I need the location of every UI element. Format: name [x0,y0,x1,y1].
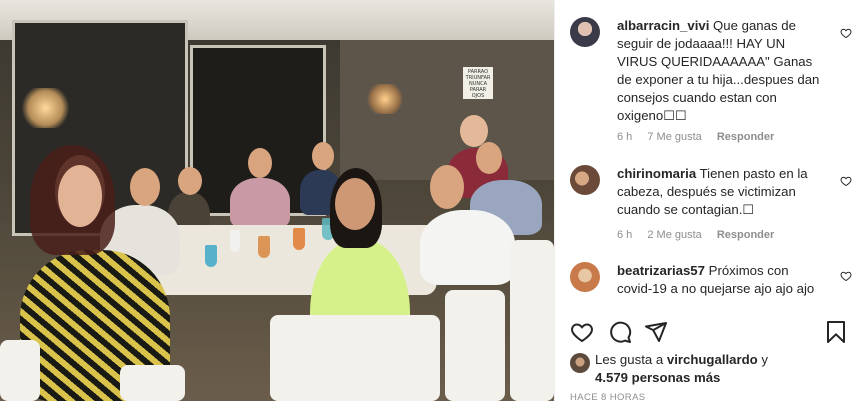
photo-chair [0,340,40,401]
likes-count[interactable]: 4.579 personas más [595,370,720,385]
photo-person-head [178,167,202,195]
comment-age: 6 h [617,229,633,241]
photo-person-head [312,142,334,170]
comment-icon[interactable] [608,320,632,344]
post-timestamp: HACE 8 HORAS [570,392,646,403]
avatar[interactable] [570,165,600,195]
avatar[interactable] [570,353,590,373]
photo-sign: PARRAO TRIUNFAR NUNCA PARAR OJOS [463,67,493,99]
likes-prefix: Les gusta a [595,352,667,367]
post-photo[interactable]: PARRAO TRIUNFAR NUNCA PARAR OJOS [0,0,554,401]
heart-icon[interactable] [840,270,852,282]
comment-text: beatrizarias57 Próximos con covid-19 a n… [617,262,827,298]
comment-username[interactable]: albarracin_vivi [617,18,709,33]
photo-glass [258,236,270,258]
comment-meta: 6 h 7 Me gusta Responder [617,131,786,143]
photo-person-head [248,148,272,178]
likes-user[interactable]: virchugallardo [667,352,758,367]
photo-lamp [18,88,73,128]
photo-candle [230,230,240,252]
bookmark-icon[interactable] [824,320,848,344]
emoji-placeholder: ☐ [742,202,755,217]
photo-person [230,178,290,228]
comment-username[interactable]: chirinomaria [617,166,696,181]
photo-glass [293,228,305,250]
comment-username[interactable]: beatrizarias57 [617,263,705,278]
photo-chair [445,290,505,401]
comment-likes[interactable]: 2 Me gusta [647,229,701,241]
reply-button[interactable]: Responder [717,229,774,241]
reply-button[interactable]: Responder [717,131,774,143]
photo-person-head [335,178,375,230]
emoji-placeholder: ☐☐ [663,108,687,123]
comment-meta: 6 h 2 Me gusta Responder [617,229,786,241]
comment-likes[interactable]: 7 Me gusta [647,131,701,143]
share-icon[interactable] [644,320,668,344]
heart-icon[interactable] [570,320,594,344]
photo-person-head [130,168,160,206]
photo-chair [120,365,185,401]
photo-person-head [476,142,502,174]
likes-mid: y [757,352,768,367]
likes-text[interactable]: Les gusta a virchugallardo y 4.579 perso… [595,351,845,387]
comment-text: albarracin_vivi Que ganas de seguir de j… [617,17,827,125]
heart-icon[interactable] [840,175,852,187]
photo-chair [510,240,554,401]
comments-panel: albarracin_vivi Que ganas de seguir de j… [554,0,862,403]
photo-lamp [365,84,405,114]
comment-body: Que ganas de seguir de jodaaaa!!! HAY UN… [617,18,820,123]
action-bar [570,320,850,346]
photo-person [420,210,515,285]
photo-person-head [430,165,464,209]
heart-icon[interactable] [840,27,852,39]
photo-chair [270,315,440,401]
comment-text: chirinomaria Tienen pasto en la cabeza, … [617,165,827,219]
photo-glass [205,245,217,267]
avatar[interactable] [570,262,600,292]
photo-person-head [58,165,102,227]
comment-age: 6 h [617,131,633,143]
avatar[interactable] [570,17,600,47]
